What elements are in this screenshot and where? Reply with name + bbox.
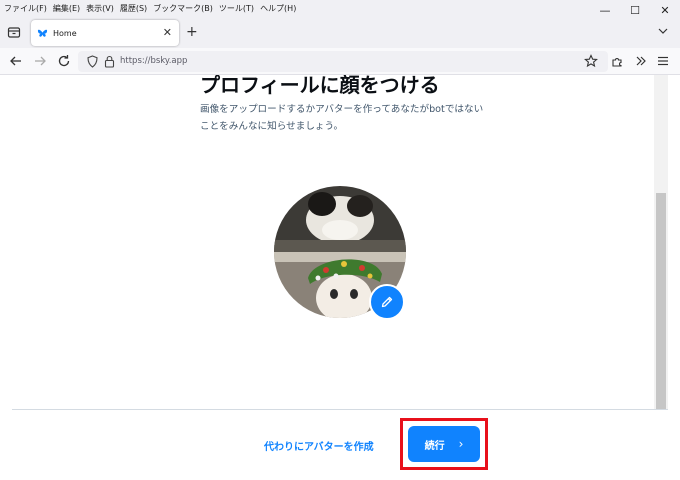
scrollbar-thumb[interactable] [656,193,666,409]
url-text: https://bsky.app [120,56,188,66]
tab-home[interactable]: Home ✕ [31,20,179,46]
url-bar[interactable]: https://bsky.app [78,51,608,72]
menu-view[interactable]: 表示(V) [86,3,114,14]
overflow-chevron-icon[interactable] [634,54,648,68]
footer-divider [12,409,668,410]
lock-icon[interactable] [104,55,115,68]
chevron-right-icon: › [458,437,464,451]
navigation-bar: https://bsky.app [0,48,680,75]
menu-history[interactable]: 履歴(S) [120,3,147,14]
pencil-icon [381,296,393,308]
tab-title: Home [53,28,77,38]
page-title: プロフィールに顔をつける [200,75,440,97]
menu-help[interactable]: ヘルプ(H) [260,3,296,14]
menu-bar: ファイル(F) 編集(E) 表示(V) 履歴(S) ブックマーク(B) ツール(… [0,0,680,16]
tab-bar: Home ✕ + [0,16,680,48]
create-avatar-instead-link[interactable]: 代わりにアバターを作成 [264,438,374,453]
reload-icon[interactable] [57,54,71,68]
edit-avatar-button[interactable] [369,284,405,320]
page-subtitle: 画像をアップロードするかアバターを作ってあなたがbotではないことをみんなに知ら… [200,104,484,132]
menu-file[interactable]: ファイル(F) [4,3,47,14]
shield-icon[interactable] [86,55,99,68]
continue-button-label: 続行 [424,440,445,452]
menu-tools[interactable]: ツール(T) [219,3,254,14]
list-tabs-icon[interactable] [658,26,668,36]
bookmark-star-icon[interactable] [584,54,598,68]
extensions-icon[interactable] [610,54,624,68]
menu-edit[interactable]: 編集(E) [53,3,80,14]
firefox-view-icon[interactable] [7,25,21,39]
page-viewport: プロフィールに顔をつける 画像をアップロードするかアバターを作ってあなたがbot… [0,75,680,480]
forward-arrow-icon[interactable] [33,54,47,68]
tab-close-icon[interactable]: ✕ [163,26,172,40]
continue-button[interactable]: 続行 › [408,426,480,462]
back-arrow-icon[interactable] [9,54,23,68]
hamburger-menu-icon[interactable] [656,54,670,68]
menu-bookmarks[interactable]: ブックマーク(B) [153,3,213,14]
butterfly-icon [37,29,48,37]
new-tab-button[interactable]: + [186,24,198,40]
